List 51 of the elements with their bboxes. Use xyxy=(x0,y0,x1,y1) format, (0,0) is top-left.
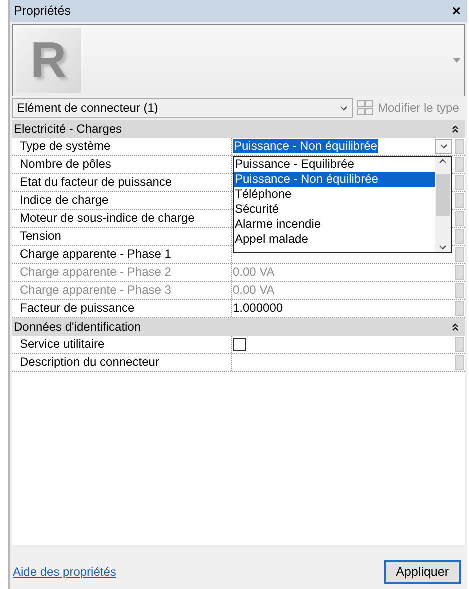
property-label: Indice de charge xyxy=(12,192,232,209)
row-handle[interactable] xyxy=(454,337,464,352)
property-label: Type de système xyxy=(12,138,232,155)
panel-title: Propriétés xyxy=(14,2,71,20)
close-button[interactable]: × xyxy=(452,4,461,18)
type-selector[interactable]: Elément de connecteur (1) xyxy=(12,98,353,118)
row-handle[interactable] xyxy=(454,355,464,370)
property-label: Moteur de sous-indice de charge xyxy=(12,210,232,227)
dropdown-option[interactable]: Puissance - Equilibrée xyxy=(234,157,435,172)
property-label: Etat du facteur de puissance xyxy=(12,174,232,191)
group-header[interactable]: Electricité - Charges xyxy=(12,120,465,138)
row-handle[interactable] xyxy=(454,157,464,172)
property-label: Charge apparente - Phase 1 xyxy=(12,246,232,263)
property-value[interactable]: Puissance - Non équilibrée xyxy=(233,139,378,153)
property-value: 0.00 VA xyxy=(233,283,275,297)
property-value: 0.00 VA xyxy=(233,265,275,279)
row-handle[interactable] xyxy=(454,139,464,154)
row-handle[interactable] xyxy=(454,301,464,316)
caret-icon[interactable] xyxy=(453,58,461,63)
scrollbar-thumb[interactable] xyxy=(436,174,450,216)
collapse-icon[interactable] xyxy=(452,124,459,134)
dropdown-option[interactable]: Sécurité xyxy=(234,202,435,217)
checkbox[interactable] xyxy=(233,338,246,351)
row-handle[interactable] xyxy=(454,247,464,262)
chevron-icon[interactable] xyxy=(340,106,348,110)
property-label: Service utilitaire xyxy=(12,336,232,353)
row-handle[interactable] xyxy=(454,193,464,208)
property-label: Description du connecteur xyxy=(12,354,232,371)
scroll-up-icon[interactable] xyxy=(439,159,447,164)
property-label: Nombre de pôles xyxy=(12,156,232,173)
property-label: Facteur de puissance xyxy=(12,300,232,317)
scroll-down-icon[interactable] xyxy=(439,244,447,250)
property-label: Tension xyxy=(12,228,232,245)
dropdown-option[interactable]: Puissance - Non équilibrée xyxy=(234,172,435,187)
dropdown-option[interactable]: Appel malade xyxy=(234,232,435,247)
chevron-icon xyxy=(440,144,448,149)
group-header[interactable]: Données d'identification xyxy=(12,318,465,336)
apply-button[interactable]: Appliquer xyxy=(384,560,461,584)
dropdown-button[interactable] xyxy=(435,139,452,154)
property-label: Charge apparente - Phase 3 xyxy=(12,282,232,299)
property-label: Charge apparente - Phase 2 xyxy=(12,264,232,281)
help-link[interactable]: Aide des propriétés xyxy=(13,563,116,581)
grid-icon xyxy=(357,100,374,116)
row-handle[interactable] xyxy=(454,229,464,244)
collapse-icon[interactable] xyxy=(452,322,459,332)
row-handle[interactable] xyxy=(454,211,464,226)
dropdown-option[interactable]: Téléphone xyxy=(234,187,435,202)
row-handle[interactable] xyxy=(454,175,464,190)
property-value[interactable]: 1.000000 xyxy=(233,301,284,315)
family-thumbnail: R xyxy=(16,28,81,93)
dropdown-option[interactable]: Alarme incendie xyxy=(234,217,435,232)
